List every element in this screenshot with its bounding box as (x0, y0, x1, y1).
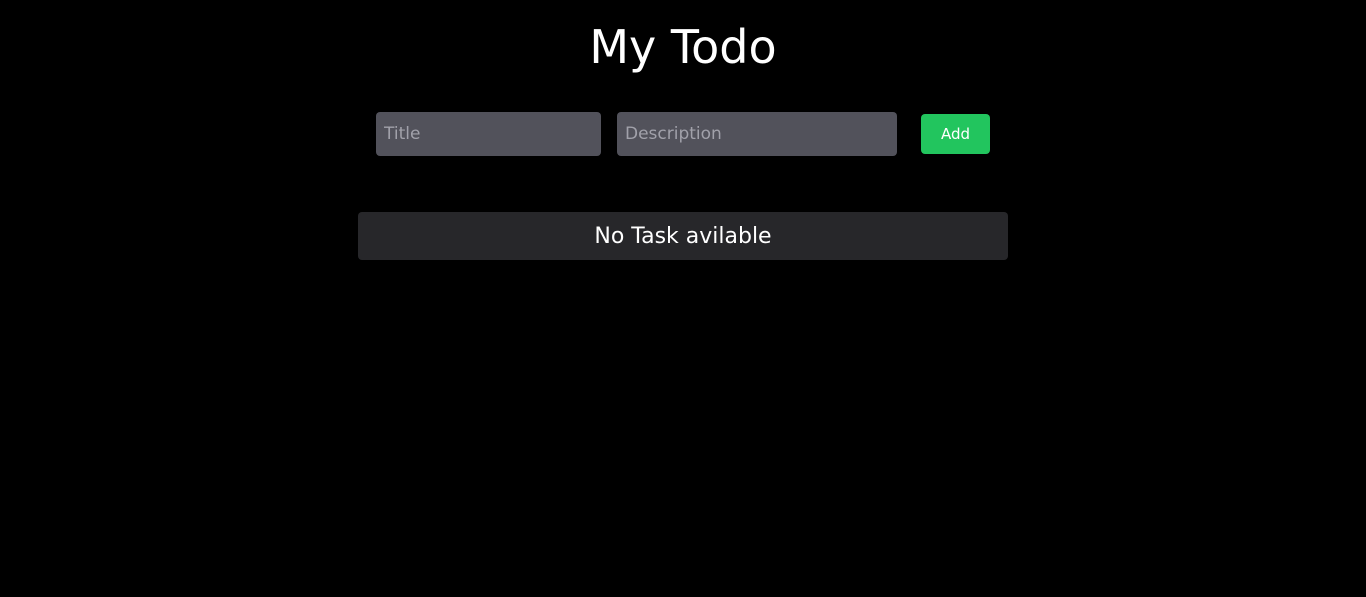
description-input[interactable] (617, 112, 897, 156)
add-button[interactable]: Add (921, 114, 990, 154)
title-input[interactable] (376, 112, 601, 156)
empty-task-message: No Task avilable (358, 212, 1008, 260)
page-title: My Todo (589, 20, 777, 74)
